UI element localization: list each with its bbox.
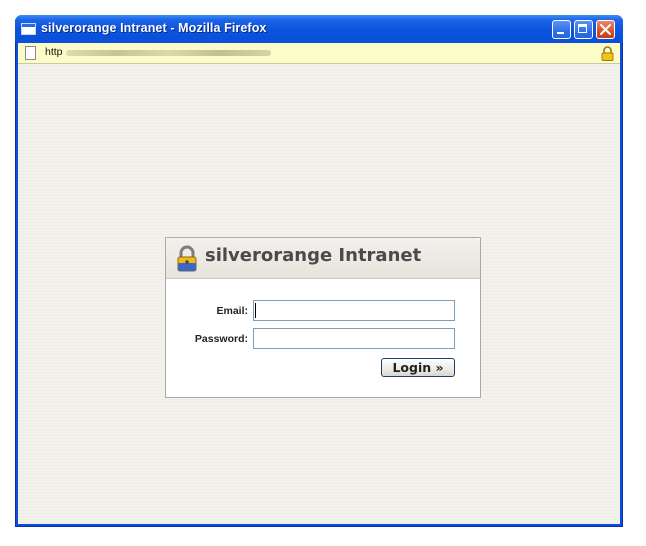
close-icon: [600, 24, 611, 35]
password-label: Password:: [194, 333, 248, 345]
close-button[interactable]: [596, 20, 615, 39]
padlock-icon[interactable]: [601, 46, 614, 61]
page-icon: [25, 46, 36, 60]
browser-window: silverorange Intranet - Mozilla Firefox …: [15, 15, 623, 527]
email-field[interactable]: [253, 300, 455, 321]
browser-content-area: http silverorange Intranet Email: Passwo…: [18, 43, 620, 524]
url-redacted: [66, 50, 271, 56]
login-panel: silverorange Intranet Email: Password: L…: [165, 237, 481, 398]
url-text[interactable]: http: [45, 46, 63, 58]
text-cursor: [255, 303, 256, 318]
password-field[interactable]: [253, 328, 455, 349]
address-bar[interactable]: http: [18, 43, 620, 64]
login-button[interactable]: Login »: [381, 358, 455, 377]
login-panel-header: silverorange Intranet: [166, 238, 480, 279]
window-title: silverorange Intranet - Mozilla Firefox: [41, 21, 267, 35]
title-bar[interactable]: silverorange Intranet - Mozilla Firefox: [15, 15, 623, 43]
email-label: Email:: [216, 305, 248, 317]
maximize-button[interactable]: [574, 20, 593, 39]
padlock-icon: [177, 245, 197, 272]
minimize-button[interactable]: [552, 20, 571, 39]
app-window-icon[interactable]: [21, 23, 36, 35]
login-title: silverorange Intranet: [205, 245, 422, 266]
